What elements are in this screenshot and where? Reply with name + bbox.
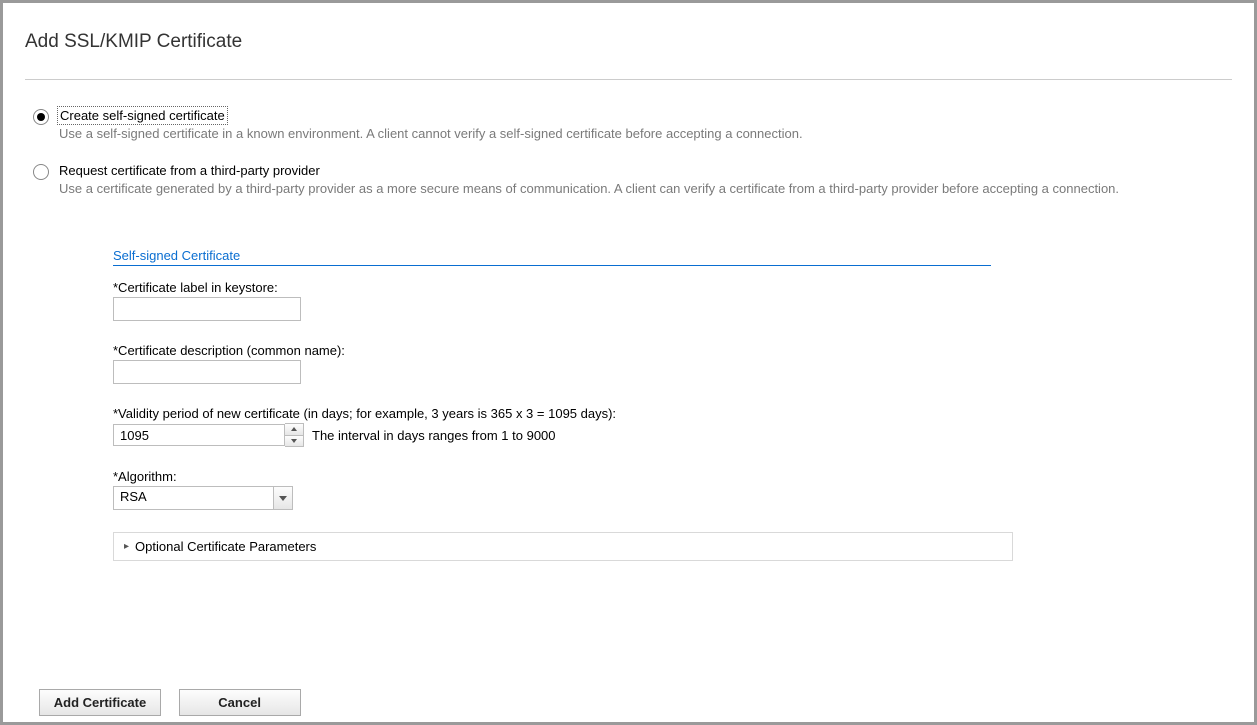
self-signed-form: Self-signed Certificate *Certificate lab… — [3, 218, 1254, 561]
add-certificate-button[interactable]: Add Certificate — [39, 689, 161, 716]
algorithm-label: *Algorithm: — [113, 469, 1254, 484]
validity-input[interactable] — [113, 424, 285, 446]
radio-third-party[interactable] — [33, 164, 49, 180]
cert-desc-input[interactable] — [113, 360, 301, 384]
dialog-add-ssl-kmip-certificate: Add SSL/KMIP Certificate Create self-sig… — [0, 0, 1257, 725]
cert-label-input[interactable] — [113, 297, 301, 321]
validity-label: *Validity period of new certificate (in … — [113, 406, 1254, 421]
option-third-party-label: Request certificate from a third-party p… — [59, 163, 320, 178]
certificate-type-options: Create self-signed certificate Use a sel… — [3, 80, 1254, 196]
validity-hint: The interval in days ranges from 1 to 90… — [312, 428, 556, 443]
option-third-party-desc: Use a certificate generated by a third-p… — [59, 181, 1232, 196]
algorithm-select[interactable]: RSA — [113, 486, 293, 510]
chevron-down-icon — [291, 439, 297, 443]
stepper-up-button[interactable] — [285, 424, 303, 436]
algorithm-value: RSA — [114, 487, 273, 509]
stepper-down-button[interactable] — [285, 436, 303, 447]
section-title: Self-signed Certificate — [113, 248, 1254, 263]
dialog-footer: Add Certificate Cancel — [39, 689, 315, 716]
radio-self-signed[interactable] — [33, 109, 49, 125]
cancel-button[interactable]: Cancel — [179, 689, 301, 716]
optional-params-expander[interactable]: ▸ Optional Certificate Parameters — [113, 532, 1013, 561]
option-third-party-texts: Request certificate from a third-party p… — [59, 163, 1232, 196]
algorithm-dropdown-button[interactable] — [273, 487, 292, 509]
cert-label-label: *Certificate label in keystore: — [113, 280, 1254, 295]
option-self-signed-texts: Create self-signed certificate Use a sel… — [59, 108, 1232, 141]
field-validity: *Validity period of new certificate (in … — [113, 406, 1254, 447]
option-self-signed-desc: Use a self-signed certificate in a known… — [59, 126, 1232, 141]
section-divider — [113, 265, 991, 266]
validity-stepper — [285, 423, 304, 447]
option-third-party[interactable]: Request certificate from a third-party p… — [33, 163, 1232, 196]
optional-params-label: Optional Certificate Parameters — [135, 539, 316, 554]
option-self-signed[interactable]: Create self-signed certificate Use a sel… — [33, 108, 1232, 141]
field-cert-label: *Certificate label in keystore: — [113, 280, 1254, 321]
option-self-signed-label: Create self-signed certificate — [59, 108, 226, 123]
field-cert-desc: *Certificate description (common name): — [113, 343, 1254, 384]
page-title: Add SSL/KMIP Certificate — [25, 31, 1232, 53]
chevron-up-icon — [291, 427, 297, 431]
field-algorithm: *Algorithm: RSA — [113, 469, 1254, 510]
dialog-header: Add SSL/KMIP Certificate — [3, 3, 1254, 79]
chevron-right-icon: ▸ — [124, 541, 129, 552]
cert-desc-label: *Certificate description (common name): — [113, 343, 1254, 358]
